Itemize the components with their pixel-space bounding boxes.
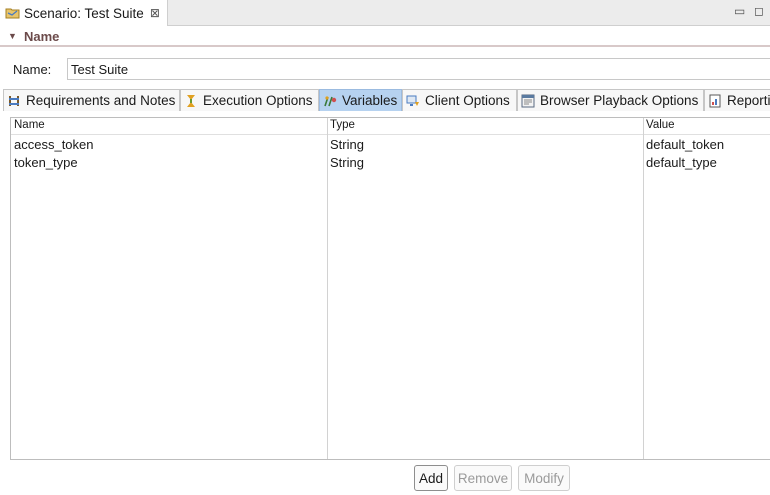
editor-tab-bar: Scenario: Test Suite ⊠ ▭ ◻	[0, 0, 770, 26]
tab-label: Requirements and Notes	[26, 93, 176, 108]
cell-type: String	[330, 137, 364, 152]
section-title: Name	[24, 29, 60, 44]
browser-icon	[521, 94, 535, 108]
add-button[interactable]: Add	[414, 465, 448, 491]
column-header-name[interactable]: Name	[14, 119, 45, 131]
name-label: Name:	[13, 62, 52, 77]
remove-button[interactable]: Remove	[454, 465, 512, 491]
tab-label: Client Options	[425, 93, 510, 108]
name-input[interactable]	[67, 58, 770, 80]
cell-value: default_type	[646, 155, 717, 170]
table-row[interactable]: access_token String default_token	[11, 136, 770, 154]
tab-requirements-and-notes[interactable]: Requirements and Notes	[3, 89, 180, 111]
tab-client-options[interactable]: Client Options	[402, 89, 517, 111]
tab-label: Execution Options	[203, 93, 313, 108]
variables-icon	[323, 94, 337, 108]
cell-value: default_token	[646, 137, 725, 152]
report-icon	[708, 94, 722, 108]
column-header-type[interactable]: Type	[330, 119, 355, 131]
close-icon[interactable]: ⊠	[150, 6, 160, 20]
cell-type: String	[330, 155, 364, 170]
tab-label: Variables	[342, 93, 398, 108]
cell-name: access_token	[14, 137, 94, 152]
client-icon	[406, 94, 420, 108]
tab-variables[interactable]: Variables	[319, 89, 402, 111]
scenario-editor-tab[interactable]: Scenario: Test Suite ⊠	[0, 0, 168, 26]
table-header: Name Type Value	[11, 118, 770, 135]
requirements-icon	[7, 94, 21, 108]
tab-browser-playback-options[interactable]: Browser Playback Options	[517, 89, 704, 111]
tab-execution-options[interactable]: Execution Options	[180, 89, 319, 111]
modify-button[interactable]: Modify	[518, 465, 570, 491]
tab-label: Browser Playback Options	[540, 93, 699, 108]
editor-tab-title: Scenario: Test Suite	[24, 5, 144, 21]
tab-label: Reporti	[727, 93, 770, 108]
tab-reporting[interactable]: Reporti	[704, 89, 770, 111]
name-section-header[interactable]: ▼ Name	[0, 27, 770, 47]
variables-table[interactable]: Name Type Value access_token String defa…	[10, 117, 770, 460]
table-row[interactable]: token_type String default_type	[11, 154, 770, 172]
twisty-expanded-icon[interactable]: ▼	[8, 31, 17, 41]
scenario-folder-icon	[5, 5, 21, 21]
property-tabs: Requirements and Notes Execution Options…	[3, 89, 770, 111]
cell-name: token_type	[14, 155, 78, 170]
maximize-icon[interactable]: ◻	[754, 4, 764, 18]
minimize-icon[interactable]: ▭	[734, 4, 745, 18]
execution-icon	[184, 94, 198, 108]
column-header-value[interactable]: Value	[646, 119, 675, 131]
